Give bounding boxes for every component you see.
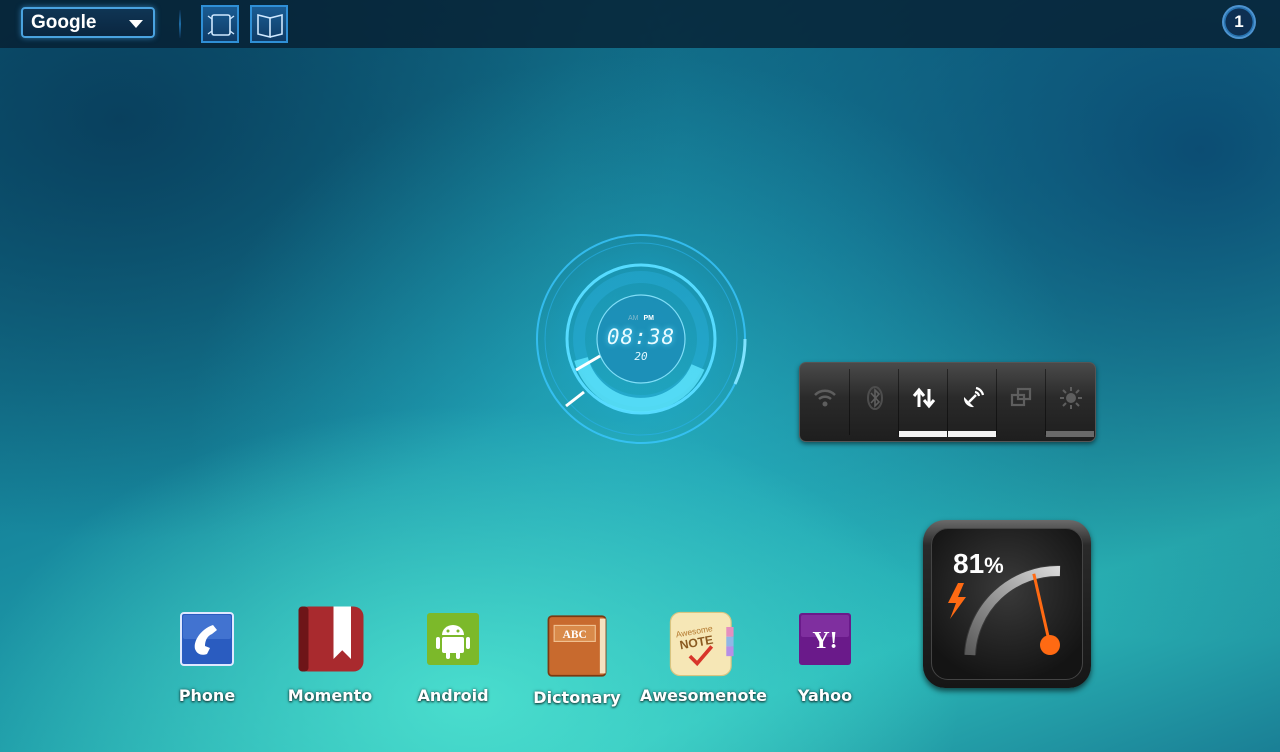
- rotate-icon: [1010, 387, 1032, 407]
- screen-indicator-badge[interactable]: 1: [1222, 5, 1256, 39]
- yahoo-icon-text: Y!: [812, 628, 837, 654]
- search-engine-select[interactable]: Google: [21, 7, 155, 38]
- screen-wide-icon: [207, 14, 235, 36]
- top-bar: Google 1: [0, 0, 1280, 48]
- note-icon: Awesome NOTE: [669, 611, 734, 677]
- phone-icon: [180, 612, 234, 666]
- yahoo-icon: Y!: [799, 613, 851, 665]
- book-view-icon: [257, 13, 283, 39]
- app-momento[interactable]: Momento: [270, 606, 390, 718]
- wifi-toggle[interactable]: [800, 369, 849, 431]
- dictionary-icon: ABC: [547, 615, 607, 677]
- app-label: Dictonary: [533, 688, 621, 707]
- clock-time: 08:38: [606, 325, 676, 349]
- app-label: Yahoo: [797, 686, 853, 705]
- bluetooth-toggle[interactable]: [850, 369, 899, 431]
- am-pm-indicator: AM PM: [530, 315, 752, 322]
- app-phone[interactable]: Phone: [147, 608, 267, 718]
- battery-widget[interactable]: 81%: [923, 520, 1091, 688]
- data-sync-toggle[interactable]: [899, 369, 948, 437]
- data-sync-icon: [912, 387, 936, 409]
- gps-toggle[interactable]: [948, 369, 997, 437]
- brightness-icon: [1060, 387, 1082, 409]
- android-icon: [427, 613, 479, 665]
- dictionary-icon-text: ABC: [563, 629, 587, 641]
- clock-widget[interactable]: AM PM 08:38 20: [530, 231, 752, 454]
- screen-number: 1: [1234, 12, 1244, 31]
- battery-gauge-face: 81%: [931, 528, 1083, 680]
- pm-label: PM: [643, 315, 655, 322]
- app-yahoo[interactable]: Y! Yahoo: [765, 608, 885, 718]
- divider: [179, 10, 181, 38]
- battery-value: 81: [953, 548, 985, 579]
- chevron-down-icon: [129, 20, 143, 28]
- view-mode-button-book[interactable]: [250, 5, 288, 43]
- app-android[interactable]: Android: [393, 608, 513, 718]
- battery-percentage: 81%: [953, 548, 1004, 580]
- view-mode-button-wide[interactable]: [201, 5, 239, 43]
- app-label: Awesomenote: [640, 686, 767, 705]
- app-awesomenote[interactable]: Awesome NOTE Awesomenote: [640, 608, 767, 718]
- app-dictionary[interactable]: ABC Dictonary: [517, 608, 637, 718]
- battery-unit: %: [984, 553, 1004, 578]
- bookmark-icon: [298, 606, 364, 672]
- am-label: AM: [628, 315, 639, 322]
- charging-bolt-icon: [948, 583, 966, 619]
- bluetooth-icon: [867, 386, 883, 410]
- app-label: Momento: [287, 686, 373, 705]
- app-label: Phone: [178, 686, 236, 705]
- power-control-widget: [799, 362, 1096, 442]
- app-label: Android: [417, 686, 489, 705]
- auto-rotate-toggle[interactable]: [997, 369, 1046, 431]
- gps-icon: [963, 386, 985, 408]
- wifi-icon: [814, 389, 836, 407]
- search-engine-label: Google: [31, 12, 97, 33]
- clock-seconds: 20: [634, 350, 648, 363]
- brightness-toggle[interactable]: [1046, 369, 1095, 437]
